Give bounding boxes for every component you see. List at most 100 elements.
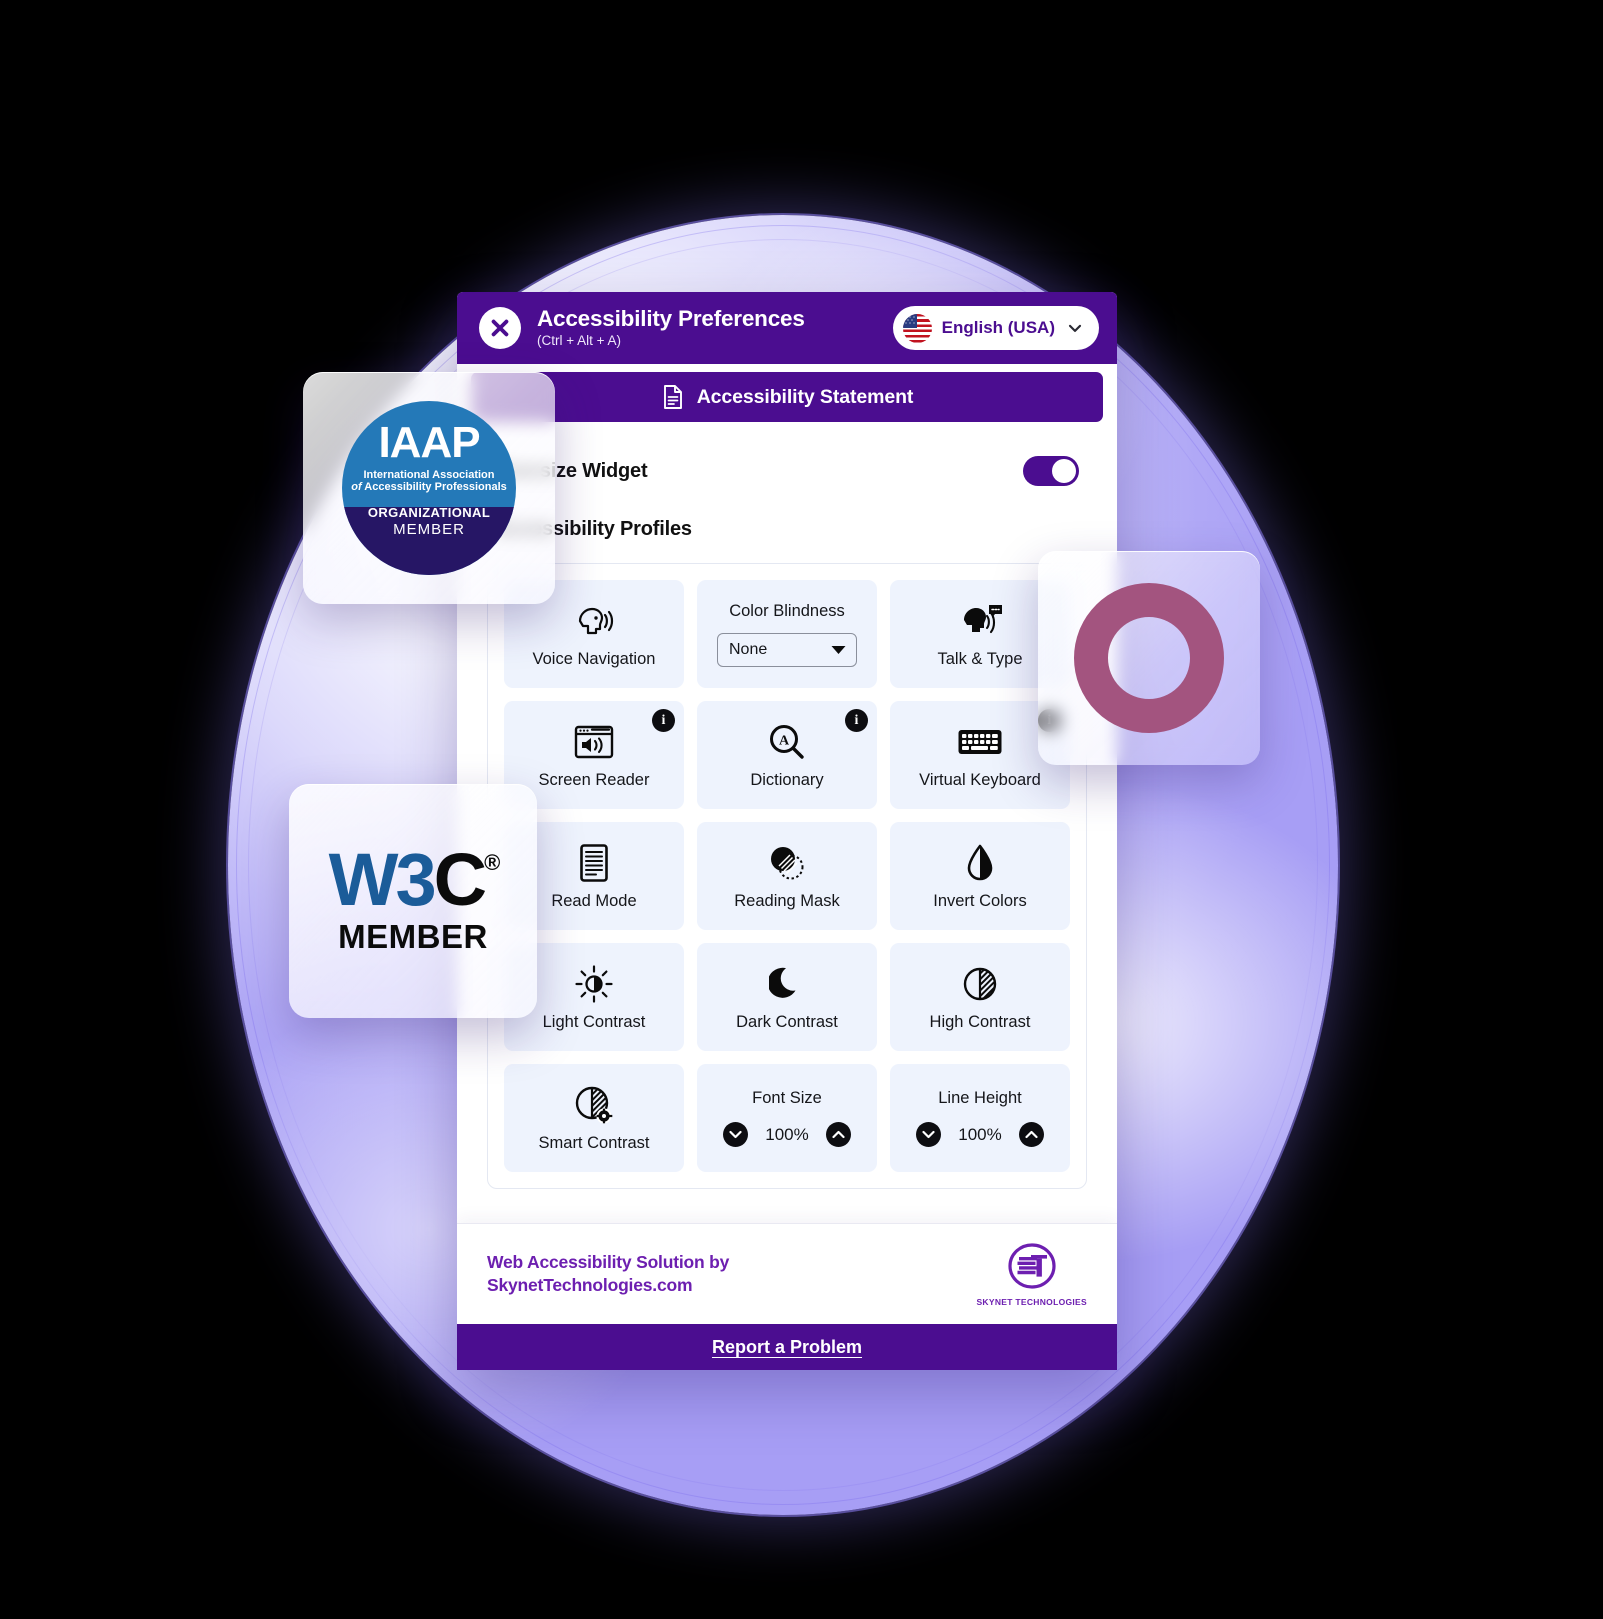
chevron-up-icon (832, 1130, 845, 1139)
tile-label: Voice Navigation (532, 649, 656, 668)
iaap-badge-card: IAAP International Association of Access… (303, 372, 555, 604)
iaap-line1: International Association (363, 469, 495, 481)
chevron-up-icon (1025, 1130, 1038, 1139)
registered-trademark-icon: ® (484, 849, 500, 875)
tile-high-contrast[interactable]: High Contrast (890, 943, 1070, 1051)
keyboard-shortcut-hint: (Ctrl + Alt + A) (537, 333, 622, 349)
tile-label: Reading Mask (734, 891, 840, 910)
widget-header: Accessibility Preferences (Ctrl + Alt + … (457, 292, 1117, 364)
tile-smart-contrast[interactable]: Smart Contrast (504, 1064, 684, 1172)
iaap-line2-italic: of (351, 481, 362, 493)
line-height-value: 100% (958, 1124, 1002, 1144)
tile-label: Virtual Keyboard (919, 770, 1041, 789)
iaap-line2-rest: Accessibility Professionals (364, 481, 507, 493)
smart-contrast-icon (573, 1084, 615, 1126)
oversize-widget-toggle[interactable] (1023, 456, 1079, 486)
usa-flag-icon (902, 313, 932, 343)
font-size-increase-button[interactable] (826, 1122, 851, 1147)
tile-invert-colors[interactable]: Invert Colors (890, 822, 1070, 930)
tile-label: Light Contrast (542, 1012, 646, 1031)
oversize-widget-row: Oversize Widget (479, 422, 1095, 486)
invert-colors-icon (964, 842, 996, 884)
tile-dark-contrast[interactable]: Dark Contrast (697, 943, 877, 1051)
language-label: English (USA) (941, 318, 1055, 337)
accessibility-profiles-label: Accessibility Profiles (495, 518, 692, 540)
iaap-acronym: IAAP (378, 418, 480, 467)
color-blindness-value: None (729, 640, 768, 658)
tile-label: Smart Contrast (538, 1133, 650, 1152)
footer-credit-line2[interactable]: SkynetTechnologies.com (487, 1274, 729, 1297)
page-title: Accessibility Preferences (537, 306, 805, 332)
language-selector[interactable]: English (USA) (892, 306, 1099, 350)
dictionary-icon: A (767, 721, 807, 763)
tile-label: Line Height (938, 1089, 1022, 1107)
svg-text:A: A (779, 733, 790, 748)
font-size-decrease-button[interactable] (723, 1122, 748, 1147)
ring-graphic-icon (1074, 583, 1224, 733)
tile-label: Screen Reader (538, 770, 650, 789)
line-height-decrease-button[interactable] (916, 1122, 941, 1147)
tile-color-blindness[interactable]: Color Blindness None (697, 580, 877, 688)
high-contrast-icon (960, 963, 1000, 1005)
header-titles: Accessibility Preferences (Ctrl + Alt + … (537, 306, 877, 350)
w3c-wordmark: W3 C ® (328, 837, 501, 921)
w3c-badge-card: W3 C ® MEMBER (289, 784, 537, 1018)
w3c-mark-black: C (433, 837, 487, 921)
font-size-stepper: 100% (723, 1122, 851, 1147)
tile-label: Talk & Type (937, 649, 1023, 668)
widget-footer: Web Accessibility Solution by SkynetTech… (457, 1223, 1117, 1324)
tile-dictionary[interactable]: i A Dictionary (697, 701, 877, 809)
tile-label: Font Size (752, 1089, 822, 1107)
chevron-down-icon (1068, 324, 1082, 332)
line-height-increase-button[interactable] (1019, 1122, 1044, 1147)
talk-and-type-icon (956, 600, 1004, 642)
w3c-logo: W3 C ® MEMBER (328, 837, 501, 956)
screenshot-stage: Accessibility Preferences (Ctrl + Alt + … (0, 0, 1603, 1619)
w3c-member-label: MEMBER (338, 918, 488, 956)
caret-down-icon (831, 646, 846, 654)
tile-line-height[interactable]: Line Height 100% (890, 1064, 1070, 1172)
st-monogram-icon (1008, 1242, 1056, 1289)
w3c-mark-blue: W3 (328, 837, 437, 921)
line-height-stepper: 100% (916, 1122, 1044, 1147)
chevron-down-icon (922, 1130, 935, 1139)
statement-label: Accessibility Statement (696, 385, 914, 408)
iaap-seal: IAAP International Association of Access… (342, 401, 516, 575)
reading-mask-icon (766, 842, 808, 884)
info-icon[interactable]: i (652, 709, 675, 732)
feature-grid: Voice Navigation Color Blindness None Ta… (487, 563, 1087, 1189)
close-x-icon (491, 319, 509, 337)
font-size-value: 100% (765, 1124, 809, 1144)
close-button[interactable] (479, 307, 521, 349)
chevron-down-icon (729, 1130, 742, 1139)
tile-label: High Contrast (929, 1012, 1031, 1031)
voice-navigation-icon (571, 600, 617, 642)
tile-label: Color Blindness (729, 601, 845, 620)
report-a-problem-button[interactable]: Report a Problem (457, 1324, 1117, 1370)
document-icon (663, 385, 682, 409)
accessibility-statement-button[interactable]: Accessibility Statement (471, 372, 1103, 422)
report-a-problem-label: Report a Problem (711, 1336, 863, 1357)
ring-graphic-card (1038, 551, 1260, 765)
tile-label: Dark Contrast (736, 1012, 838, 1031)
tile-label: Invert Colors (933, 891, 1027, 910)
tile-label: Dictionary (750, 770, 824, 789)
tile-reading-mask[interactable]: Reading Mask (697, 822, 877, 930)
skynet-logo-text: SKYNET TECHNOLOGIES (976, 1296, 1087, 1307)
tile-font-size[interactable]: Font Size 100% (697, 1064, 877, 1172)
iaap-line2: of Accessibility Professionals (351, 481, 507, 493)
skynet-technologies-logo: SKYNET TECHNOLOGIES (976, 1242, 1087, 1307)
dark-contrast-icon (769, 963, 805, 1005)
virtual-keyboard-icon (957, 721, 1003, 763)
iaap-member: MEMBER (393, 521, 465, 538)
light-contrast-icon (574, 963, 614, 1005)
info-icon[interactable]: i (845, 709, 868, 732)
footer-credit: Web Accessibility Solution by SkynetTech… (487, 1251, 729, 1297)
screen-reader-icon (573, 721, 615, 763)
read-mode-icon (578, 842, 610, 884)
statement-wrapper: Accessibility Statement (457, 364, 1117, 422)
iaap-tier: ORGANIZATIONAL (367, 505, 491, 520)
accessibility-widget-panel: Accessibility Preferences (Ctrl + Alt + … (457, 292, 1117, 1370)
color-blindness-select[interactable]: None (717, 632, 857, 667)
footer-credit-line1: Web Accessibility Solution by (487, 1252, 730, 1273)
